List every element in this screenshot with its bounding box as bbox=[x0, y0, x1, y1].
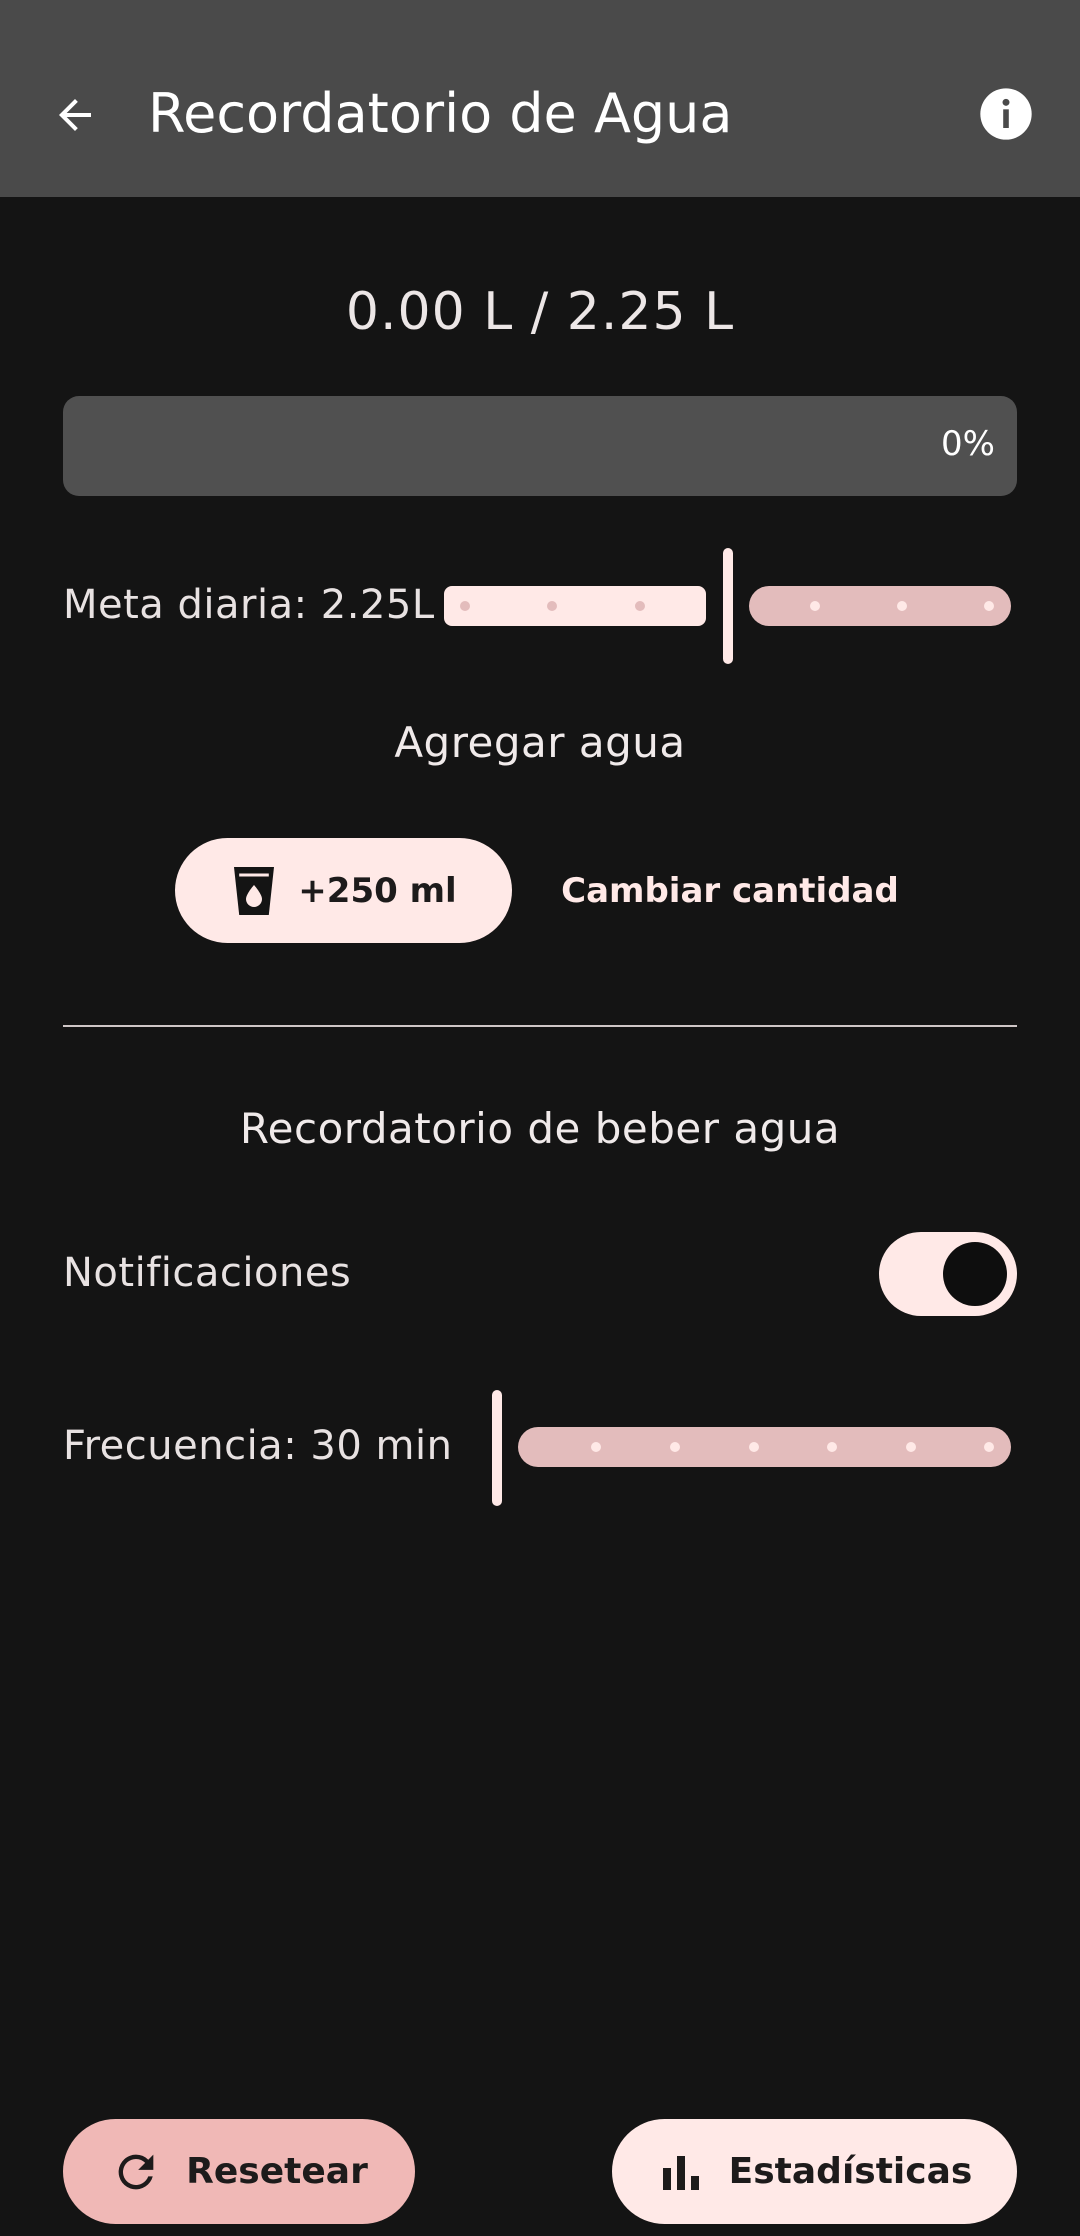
slider-thumb[interactable] bbox=[723, 548, 733, 664]
water-amount-text: 0.00 L / 2.25 L bbox=[345, 282, 735, 342]
reset-label: Resetear bbox=[186, 2151, 368, 2192]
slider-active-track bbox=[444, 586, 706, 626]
slider-inactive-track bbox=[749, 586, 1011, 626]
slider-tick bbox=[984, 1442, 994, 1452]
slider-tick bbox=[906, 1442, 916, 1452]
reset-button[interactable]: Resetear bbox=[63, 2119, 415, 2224]
page-title: Recordatorio de Agua bbox=[148, 82, 733, 145]
arrow-back-icon bbox=[59, 99, 91, 131]
back-button[interactable] bbox=[40, 80, 110, 150]
info-icon bbox=[980, 88, 1032, 140]
slider-thumb[interactable] bbox=[492, 1390, 502, 1506]
water-progress-bar: 0% bbox=[63, 396, 1017, 496]
slider-tick bbox=[591, 1442, 601, 1452]
divider bbox=[63, 1025, 1017, 1027]
notifications-label: Notificaciones bbox=[63, 1250, 352, 1296]
change-amount-button[interactable]: Cambiar cantidad bbox=[560, 838, 900, 943]
toggle-knob bbox=[943, 1242, 1007, 1306]
app-bar: Recordatorio de Agua bbox=[0, 0, 1080, 197]
slider-tick bbox=[827, 1442, 837, 1452]
statistics-button[interactable]: Estadísticas bbox=[612, 2119, 1017, 2224]
slider-tick bbox=[810, 601, 820, 611]
frequency-label: Frecuencia: 30 min bbox=[63, 1423, 453, 1469]
bar-chart-icon bbox=[662, 2155, 699, 2190]
add-water-title: Agregar agua bbox=[394, 718, 686, 767]
add-250ml-button[interactable]: +250 ml bbox=[175, 838, 512, 943]
slider-tick bbox=[670, 1442, 680, 1452]
info-button[interactable] bbox=[978, 86, 1034, 142]
slider-tick bbox=[547, 601, 557, 611]
progress-percent: 0% bbox=[941, 424, 995, 464]
slider-tick bbox=[897, 601, 907, 611]
water-glass-icon bbox=[234, 866, 275, 915]
slider-tick bbox=[635, 601, 645, 611]
slider-tick bbox=[460, 601, 470, 611]
notifications-toggle[interactable] bbox=[879, 1232, 1017, 1316]
daily-goal-label: Meta diaria: 2.25L bbox=[63, 582, 435, 628]
slider-tick bbox=[749, 1442, 759, 1452]
statistics-label: Estadísticas bbox=[728, 2151, 973, 2192]
slider-tick bbox=[984, 601, 994, 611]
refresh-icon bbox=[118, 2154, 154, 2189]
reminder-title: Recordatorio de beber agua bbox=[239, 1104, 841, 1153]
add-button-label: +250 ml bbox=[298, 870, 457, 911]
